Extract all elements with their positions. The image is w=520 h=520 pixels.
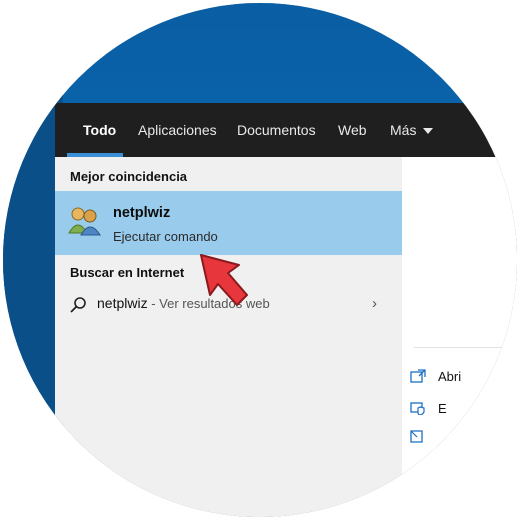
chevron-right-icon[interactable]: › — [372, 295, 377, 312]
results-list: Mejor coincidencia netplwiz Ejecutar com… — [55, 157, 402, 517]
best-match-subtitle: Ejecutar comando — [113, 229, 218, 244]
action-open-label: Abri — [438, 369, 462, 384]
pointer-arrow — [200, 254, 248, 306]
folder-icon — [410, 430, 423, 443]
best-match-heading: Mejor coincidencia — [70, 169, 188, 184]
search-panel: Todo Aplicaciones Documentos Web Más Mej… — [55, 103, 517, 517]
preview-pane: Abri E — [402, 157, 517, 517]
tab-mas[interactable]: Más — [390, 103, 434, 157]
search-icon — [70, 297, 86, 313]
action-location[interactable] — [410, 429, 438, 444]
desktop-edge — [3, 3, 63, 517]
tab-documentos[interactable]: Documentos — [237, 103, 316, 157]
chevron-down-icon — [423, 128, 434, 135]
tab-mas-label: Más — [390, 122, 417, 138]
tab-web[interactable]: Web — [338, 103, 367, 157]
tab-aplicaciones[interactable]: Aplicaciones — [138, 103, 217, 157]
action-open[interactable]: Abri — [410, 369, 462, 384]
internet-heading: Buscar en Internet — [70, 265, 185, 280]
action-admin[interactable]: E — [410, 401, 447, 416]
search-tabs-bar: Todo Aplicaciones Documentos Web Más — [55, 103, 517, 157]
circular-crop: Todo Aplicaciones Documentos Web Más Mej… — [3, 3, 517, 517]
best-match-item[interactable]: netplwiz Ejecutar comando — [55, 191, 402, 255]
best-match-title: netplwiz — [113, 205, 171, 221]
tab-todo[interactable]: Todo — [83, 103, 116, 157]
open-icon — [410, 369, 426, 383]
users-icon — [68, 207, 101, 236]
web-search-query: netplwiz — [97, 295, 148, 311]
shield-icon — [410, 402, 425, 415]
divider — [414, 347, 517, 348]
action-admin-label: E — [438, 401, 447, 416]
